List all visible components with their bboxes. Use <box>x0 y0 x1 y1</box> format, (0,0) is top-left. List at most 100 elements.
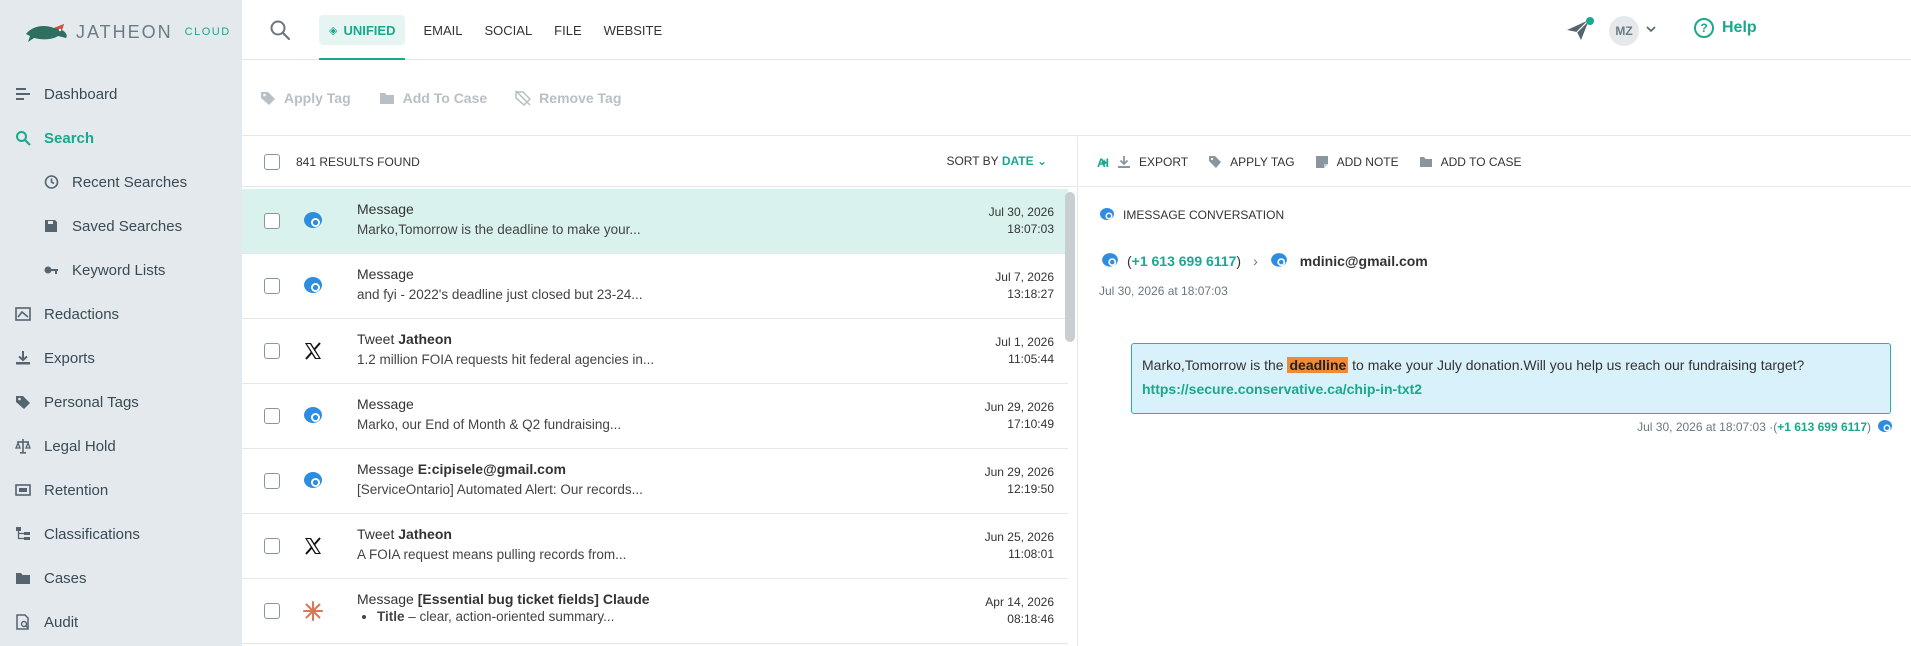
conversation-label: IMESSAGE CONVERSATION <box>1099 207 1284 223</box>
sidebar-item-personal-tags[interactable]: Personal Tags <box>0 380 242 424</box>
sidebar-item-label: Saved Searches <box>72 217 183 235</box>
message-bubble: Marko,Tomorrow is the deadline to make y… <box>1131 343 1891 414</box>
folder-icon <box>1419 156 1432 167</box>
imessage-icon <box>302 470 324 492</box>
avatar[interactable]: MZ <box>1609 16 1639 46</box>
sort-control[interactable]: SORT BY DATE ⌄ <box>946 154 1047 168</box>
table-row[interactable]: Tweet Jatheon A FOIA request means pullin… <box>242 514 1068 579</box>
imessage-icon <box>1100 208 1114 220</box>
sidebar-item-label: Retention <box>44 481 109 499</box>
tab-email[interactable]: EMAIL <box>423 0 462 60</box>
row-title: Message [Essential bug ticket fields] Cl… <box>357 591 650 607</box>
row-title: Message <box>357 201 414 217</box>
sort-field: DATE <box>1001 154 1034 168</box>
sidebar-item-label: Classifications <box>44 525 140 543</box>
sidebar-item-recent-searches[interactable]: Recent Searches <box>0 160 242 204</box>
sidebar-item-label: Redactions <box>44 305 120 323</box>
fox-logo-icon <box>26 24 67 42</box>
row-sender: [Essential bug ticket fields] Claude <box>417 591 650 607</box>
sidebar-item-audit[interactable]: Audit <box>0 600 242 644</box>
message-link[interactable]: https://secure.conservative.ca/chip-in-t… <box>1142 381 1422 397</box>
search-icon <box>14 129 32 147</box>
imessage-icon <box>1878 420 1892 432</box>
chevron-right-icon: › <box>1253 253 1258 269</box>
list-scrollbar[interactable] <box>1065 192 1075 342</box>
tab-file[interactable]: FILE <box>554 0 581 60</box>
search-highlight: deadline <box>1287 357 1349 373</box>
export-button[interactable]: EXPORT <box>1117 155 1188 169</box>
sidebar-item-saved-searches[interactable]: Saved Searches <box>0 204 242 248</box>
apply-tag-button[interactable]: Apply Tag <box>260 90 351 106</box>
folder-icon <box>379 92 394 104</box>
redaction-icon <box>14 305 32 323</box>
row-preview: Marko,Tomorrow is the deadline to make y… <box>357 222 641 237</box>
help-button[interactable]: ? Help <box>1694 18 1757 38</box>
tab-unified[interactable]: ◈ UNIFIED <box>319 15 406 60</box>
conversation-timestamp: Jul 30, 2026 at 18:07:03 <box>1099 284 1228 298</box>
recipient-email[interactable]: mdinic@gmail.com <box>1300 253 1428 269</box>
row-checkbox[interactable] <box>264 213 280 229</box>
tab-social[interactable]: SOCIAL <box>484 0 532 60</box>
row-preview: and fyi - 2022's deadline just closed bu… <box>357 287 643 302</box>
chevron-down-icon[interactable] <box>1646 24 1656 34</box>
sidebar-nav: Dashboard Search Recent Searches Saved Sear… <box>0 72 242 644</box>
table-row[interactable]: Message E:cipisele@gmail.com [ServiceOnta… <box>242 449 1068 514</box>
row-sender: Jatheon <box>398 526 452 542</box>
sidebar-item-search[interactable]: Search <box>0 116 242 160</box>
row-checkbox[interactable] <box>264 343 280 359</box>
sidebar-item-exports[interactable]: Exports <box>0 336 242 380</box>
sidebar-item-keyword-lists[interactable]: Keyword Lists <box>0 248 242 292</box>
add-note-button[interactable]: ADD NOTE <box>1315 155 1399 169</box>
row-checkbox[interactable] <box>264 603 280 619</box>
sender-phone[interactable]: +1 613 699 6117 <box>1132 253 1237 269</box>
sidebar: JATHEON CLOUD Dashboard Search Recent Sear… <box>0 0 242 646</box>
row-checkbox[interactable] <box>264 408 280 424</box>
logo[interactable]: JATHEON CLOUD <box>24 18 231 46</box>
sidebar-item-legal-hold[interactable]: Legal Hold <box>0 424 242 468</box>
select-all-checkbox[interactable] <box>264 153 280 170</box>
action-bar: Apply Tag Add To Case Remove Tag <box>242 60 1911 136</box>
sidebar-item-classifications[interactable]: Classifications <box>0 512 242 556</box>
remove-tag-button[interactable]: Remove Tag <box>515 90 621 106</box>
table-row[interactable]: Message Marko, our End of Month & Q2 fun… <box>242 384 1068 449</box>
history-icon <box>42 173 60 191</box>
search-icon[interactable] <box>269 19 291 41</box>
download-icon <box>1118 155 1130 168</box>
detail-apply-tag-button[interactable]: APPLY TAG <box>1208 155 1295 169</box>
scale-icon <box>14 437 32 455</box>
row-time: 08:18:46 <box>1007 612 1054 626</box>
top-bar: ◈ UNIFIED EMAIL SOCIAL FILE WEBSITE ? He… <box>242 0 1911 60</box>
list-icon <box>14 85 32 103</box>
sidebar-item-dashboard[interactable]: Dashboard <box>0 72 242 116</box>
sidebar-item-label: Dashboard <box>44 85 118 103</box>
row-date: Jun 29, 2026 <box>984 400 1054 414</box>
table-row[interactable]: Tweet Jatheon 1.2 million FOIA requests h… <box>242 319 1068 384</box>
sidebar-item-label: Search <box>44 129 95 147</box>
add-to-case-button[interactable]: Add To Case <box>379 90 487 106</box>
sidebar-item-label: Personal Tags <box>44 393 139 411</box>
conversation-parties: (+1 613 699 6117) › mdinic@gmail.com <box>1101 252 1428 270</box>
row-checkbox[interactable] <box>264 473 280 489</box>
results-list: 841 RESULTS FOUND SORT BY DATE ⌄ Message… <box>242 137 1078 646</box>
sidebar-item-cases[interactable]: Cases <box>0 556 242 600</box>
table-row[interactable]: Message [Essential bug ticket fields] Cl… <box>242 579 1068 644</box>
row-date: Jul 7, 2026 <box>995 270 1054 284</box>
row-checkbox[interactable] <box>264 278 280 294</box>
claude-icon <box>302 600 324 622</box>
retention-icon <box>14 481 32 499</box>
row-preview: Marko, our End of Month & Q2 fundraising… <box>357 417 622 432</box>
tag-icon <box>1209 155 1222 168</box>
detail-add-to-case-button[interactable]: ADD TO CASE <box>1419 155 1522 169</box>
table-row[interactable]: Message and fyi - 2022's deadline just c… <box>242 254 1068 319</box>
row-checkbox[interactable] <box>264 538 280 554</box>
sidebar-item-retention[interactable]: Retention <box>0 468 242 512</box>
tab-website[interactable]: WEBSITE <box>604 0 663 60</box>
row-date: Apr 14, 2026 <box>985 595 1054 609</box>
imessage-icon <box>302 405 324 427</box>
sidebar-item-redactions[interactable]: Redactions <box>0 292 242 336</box>
table-row[interactable]: Message Marko,Tomorrow is the deadline t… <box>242 189 1068 254</box>
row-title: Tweet Jatheon <box>357 331 452 347</box>
message-meta: Jul 30, 2026 at 18:07:03 · (+1 613 699 6… <box>1637 419 1893 435</box>
audit-icon <box>14 613 32 631</box>
note-icon <box>1315 155 1328 168</box>
